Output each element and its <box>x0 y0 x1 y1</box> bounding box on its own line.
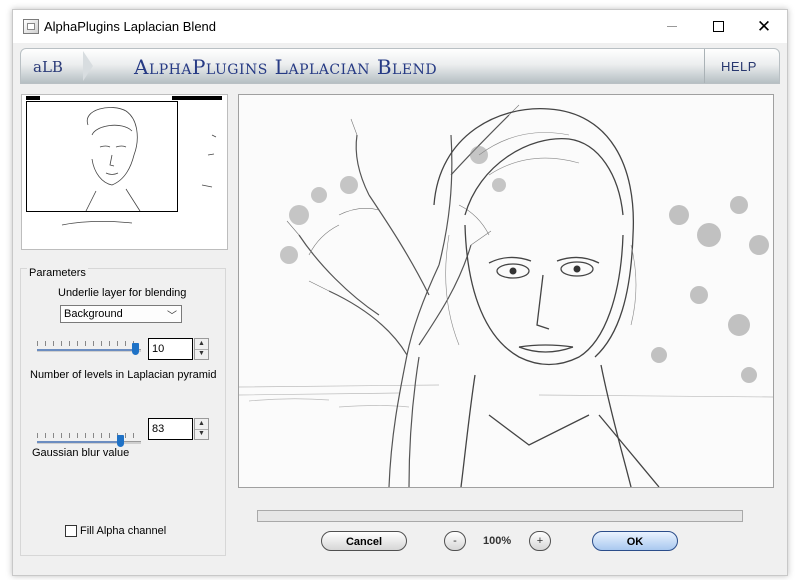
slider-ticks <box>37 341 141 346</box>
close-button[interactable]: ✕ <box>741 10 787 43</box>
maximize-icon <box>712 21 724 32</box>
help-button[interactable]: HELP <box>721 59 757 74</box>
levels-label: Number of levels in Laplacian pyramid <box>30 369 217 381</box>
logo: aLB <box>33 58 63 76</box>
slider-thumb[interactable] <box>132 343 139 355</box>
maximize-button[interactable] <box>695 10 741 43</box>
viewport-frame[interactable] <box>26 101 178 212</box>
minimize-icon <box>667 26 677 27</box>
plugin-title: AlphaPlugins Laplacian Blend <box>134 55 438 79</box>
spin-down-icon[interactable]: ▼ <box>195 429 208 439</box>
underlie-layer-label: Underlie layer for blending <box>58 287 187 299</box>
chevron-down-icon: ﹀ <box>167 311 177 322</box>
preview-sketch <box>239 95 773 487</box>
close-icon: ✕ <box>756 17 772 36</box>
slider-ticks <box>37 433 141 438</box>
levels-slider[interactable] <box>37 341 141 359</box>
zoom-level: 100% <box>483 535 512 547</box>
slider-fill <box>37 349 135 351</box>
chevron-divider-icon <box>83 51 93 81</box>
underlie-layer-value: Background <box>64 308 123 320</box>
minimize-button[interactable] <box>649 10 695 43</box>
underlie-layer-select[interactable]: Background ﹀ <box>60 305 182 323</box>
app-icon <box>23 19 39 34</box>
zoom-in-button[interactable]: + <box>529 531 551 551</box>
parameters-legend: Parameters <box>27 267 88 279</box>
window-title: AlphaPlugins Laplacian Blend <box>44 19 217 34</box>
blur-spinbox[interactable]: 83 ▲ ▼ <box>148 418 209 440</box>
plugin-window: AlphaPlugins Laplacian Blend ✕ aLB Alpha… <box>12 9 788 576</box>
cancel-button[interactable]: Cancel <box>321 531 407 551</box>
parameters-group: Parameters Underlie layer for blending B… <box>20 267 226 556</box>
slider-fill <box>37 441 120 443</box>
spin-buttons: ▲ ▼ <box>194 338 209 360</box>
blur-label: Gaussian blur value <box>32 447 130 459</box>
ok-button[interactable]: OK <box>592 531 678 551</box>
spin-down-icon[interactable]: ▼ <box>195 349 208 359</box>
navigator-thumbnail[interactable] <box>21 94 228 250</box>
preview-image[interactable] <box>238 94 774 488</box>
fill-alpha-checkbox[interactable] <box>65 525 77 537</box>
zoom-out-button[interactable]: - <box>444 531 466 551</box>
progress-bar <box>257 510 743 522</box>
fill-alpha-label[interactable]: Fill Alpha channel <box>80 525 166 537</box>
header-separator <box>704 49 705 83</box>
plugin-header: aLB AlphaPlugins Laplacian Blend HELP <box>20 48 780 84</box>
slider-thumb[interactable] <box>117 435 124 447</box>
levels-spinbox[interactable]: 10 ▲ ▼ <box>148 338 209 360</box>
blur-input[interactable]: 83 <box>148 418 193 440</box>
levels-input[interactable]: 10 <box>148 338 193 360</box>
title-bar[interactable]: AlphaPlugins Laplacian Blend ✕ <box>13 10 787 43</box>
spin-buttons: ▲ ▼ <box>194 418 209 440</box>
